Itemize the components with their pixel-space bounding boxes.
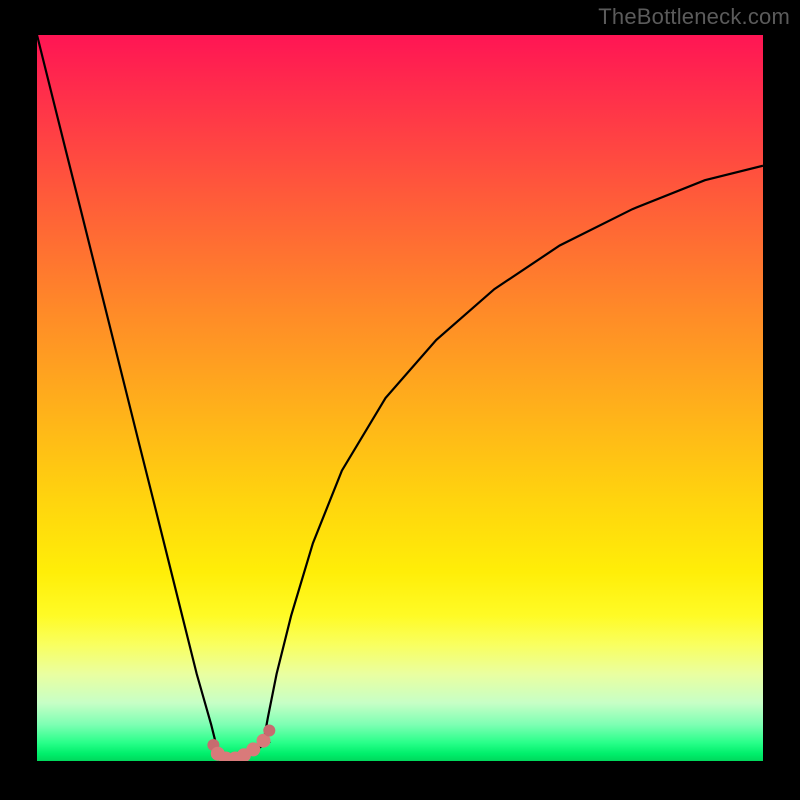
curve-svg bbox=[37, 35, 763, 761]
chart-frame: TheBottleneck.com bbox=[0, 0, 800, 800]
marker-dot bbox=[263, 725, 275, 737]
curve-path-group bbox=[37, 35, 763, 760]
markers-group bbox=[207, 725, 275, 762]
curve-path bbox=[37, 35, 763, 760]
watermark-text: TheBottleneck.com bbox=[598, 4, 790, 30]
plot-area bbox=[37, 35, 763, 761]
